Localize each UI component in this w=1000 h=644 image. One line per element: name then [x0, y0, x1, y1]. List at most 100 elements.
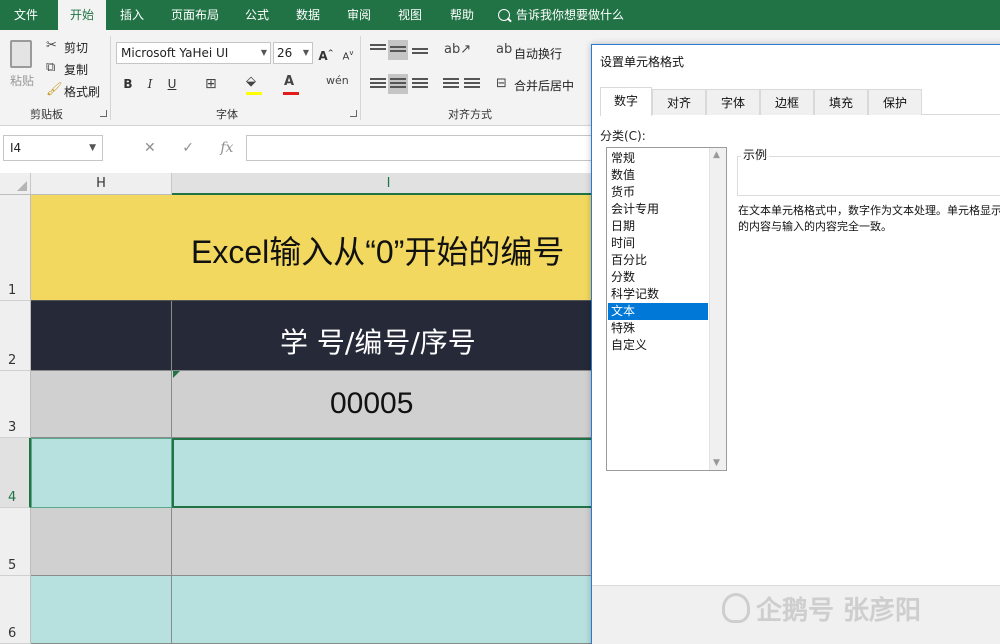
cell-h3[interactable]	[31, 371, 172, 438]
category-item[interactable]: 数值	[608, 167, 708, 184]
category-item[interactable]: 自定义	[608, 337, 708, 354]
copy-button[interactable]: 复制	[64, 61, 88, 78]
name-box[interactable]: I4 ▼	[3, 135, 103, 161]
category-item-selected[interactable]: 文本	[608, 303, 708, 320]
row-header-1[interactable]: 1	[0, 195, 31, 301]
tab-formulas[interactable]: 公式	[236, 0, 278, 30]
tab-review[interactable]: 审阅	[337, 0, 381, 30]
tell-me-box[interactable]: 告诉我你想要做什么	[498, 0, 624, 30]
category-scrollbar[interactable]: ▲ ▼	[709, 148, 726, 470]
font-color-icon[interactable]: A	[284, 74, 294, 89]
category-item[interactable]: 会计专用	[608, 201, 708, 218]
formula-buttons: ✕ ✓ fx	[130, 135, 242, 161]
category-item[interactable]: 分数	[608, 269, 708, 286]
search-icon	[498, 9, 510, 21]
category-item[interactable]: 时间	[608, 235, 708, 252]
underline-button[interactable]: U	[162, 74, 182, 94]
bold-button[interactable]: B	[118, 74, 138, 94]
cell-i2[interactable]: 学 号/编号/序号	[172, 301, 606, 371]
wrap-text-button[interactable]: 自动换行	[514, 45, 562, 62]
enter-icon[interactable]: ✓	[182, 140, 194, 156]
alignment-group-label: 对齐方式	[448, 108, 492, 121]
cut-button[interactable]: 剪切	[64, 39, 88, 56]
tab-insert[interactable]: 插入	[110, 0, 154, 30]
category-label: 分类(C):	[600, 129, 646, 143]
tab-view[interactable]: 视图	[388, 0, 432, 30]
scissors-icon: ✂	[46, 38, 57, 53]
paste-button[interactable]: 粘贴	[10, 72, 34, 89]
font-size-select[interactable]: 26 ▼	[273, 42, 313, 64]
error-indicator-icon[interactable]	[173, 371, 180, 378]
orientation-icon[interactable]: ab↗	[444, 42, 471, 57]
row-header-5[interactable]: 5	[0, 508, 31, 576]
shrink-font-button[interactable]: Av	[338, 43, 358, 63]
cell-i3[interactable]: 00005	[172, 371, 606, 438]
tab-home[interactable]: 开始	[58, 0, 106, 30]
column-header-i[interactable]: I	[172, 173, 606, 195]
cell-i4[interactable]	[172, 438, 606, 508]
row-header-4[interactable]: 4	[0, 438, 31, 508]
select-all-button[interactable]	[0, 173, 31, 195]
category-list[interactable]: 常规 数值 货币 会计专用 日期 时间 百分比 分数 科学记数 文本 特殊 自定…	[606, 147, 727, 471]
align-right-icon[interactable]	[412, 78, 428, 90]
watermark-text: 企鹅号 张彦阳	[756, 596, 922, 626]
font-launcher-icon[interactable]	[350, 110, 357, 117]
insert-function-icon[interactable]: fx	[220, 140, 233, 156]
cell-i5[interactable]	[172, 508, 606, 576]
category-item[interactable]: 常规	[608, 150, 708, 167]
group-divider	[110, 36, 111, 120]
tab-help[interactable]: 帮助	[440, 0, 484, 30]
fill-color-icon[interactable]: ⬙	[246, 74, 256, 89]
font-name-select[interactable]: Microsoft YaHei UI ▼	[116, 42, 271, 64]
align-left-icon[interactable]	[370, 78, 386, 90]
merge-center-button[interactable]: 合并后居中	[514, 77, 574, 94]
italic-button[interactable]: I	[140, 74, 160, 94]
phonetic-icon[interactable]: wén	[326, 74, 349, 87]
align-top-icon[interactable]	[370, 44, 386, 56]
excel-window: { "ribbon_tabs": ["文件", "开始", "插入", "页面布…	[0, 0, 1000, 644]
category-item[interactable]: 日期	[608, 218, 708, 235]
format-painter-icon: 🖌	[46, 82, 63, 97]
tab-font[interactable]: 字体	[706, 89, 760, 115]
row-header-3[interactable]: 3	[0, 371, 31, 438]
row-header-6[interactable]: 6	[0, 576, 31, 644]
borders-icon[interactable]: ⊞	[205, 76, 217, 92]
cell-value: 00005	[330, 387, 414, 420]
merge-center-icon: ⊟	[496, 76, 507, 91]
clipboard-group-label: 剪贴板	[30, 108, 63, 121]
cell-h4[interactable]	[31, 438, 172, 508]
clipboard-launcher-icon[interactable]	[100, 110, 107, 117]
cell-h6[interactable]	[31, 576, 172, 644]
tab-border[interactable]: 边框	[760, 89, 814, 115]
tab-file[interactable]: 文件	[0, 0, 52, 30]
increase-indent-icon[interactable]	[464, 78, 480, 90]
tab-number[interactable]: 数字	[600, 87, 652, 116]
row-header-2[interactable]: 2	[0, 301, 31, 371]
chevron-down-icon[interactable]: ▼	[713, 458, 720, 468]
category-item[interactable]: 科学记数	[608, 286, 708, 303]
cell-h5[interactable]	[31, 508, 172, 576]
cancel-icon[interactable]: ✕	[144, 140, 156, 156]
category-item[interactable]: 特殊	[608, 320, 708, 337]
row-number: 5	[8, 558, 17, 573]
tab-page-layout[interactable]: 页面布局	[162, 0, 228, 30]
grow-font-button[interactable]: A^	[316, 43, 336, 63]
format-painter-button[interactable]: 格式刷	[64, 83, 100, 100]
category-item[interactable]: 百分比	[608, 252, 708, 269]
decrease-indent-icon[interactable]	[443, 78, 459, 90]
column-header-h[interactable]: H	[31, 173, 172, 195]
chevron-up-icon[interactable]: ▲	[713, 150, 720, 160]
tab-data[interactable]: 数据	[286, 0, 330, 30]
row-number: 4	[8, 490, 17, 505]
tab-alignment[interactable]: 对齐	[652, 89, 706, 115]
align-bottom-icon[interactable]	[412, 48, 428, 60]
tab-protection[interactable]: 保护	[868, 89, 922, 115]
dialog-tab-strip: 数字 对齐 字体 边框 填充 保护	[600, 87, 1000, 116]
cell-i6[interactable]	[172, 576, 606, 644]
tab-fill[interactable]: 填充	[814, 89, 868, 115]
title-cell-merged[interactable]: Excel输入从“0”开始的编号	[31, 195, 606, 301]
category-item[interactable]: 货币	[608, 184, 708, 201]
cell-h2[interactable]	[31, 301, 172, 371]
ribbon-tab-bar: 文件 开始 插入 页面布局 公式 数据 审阅 视图 帮助 告诉我你想要做什么	[0, 0, 1000, 30]
paste-icon[interactable]	[10, 40, 32, 68]
